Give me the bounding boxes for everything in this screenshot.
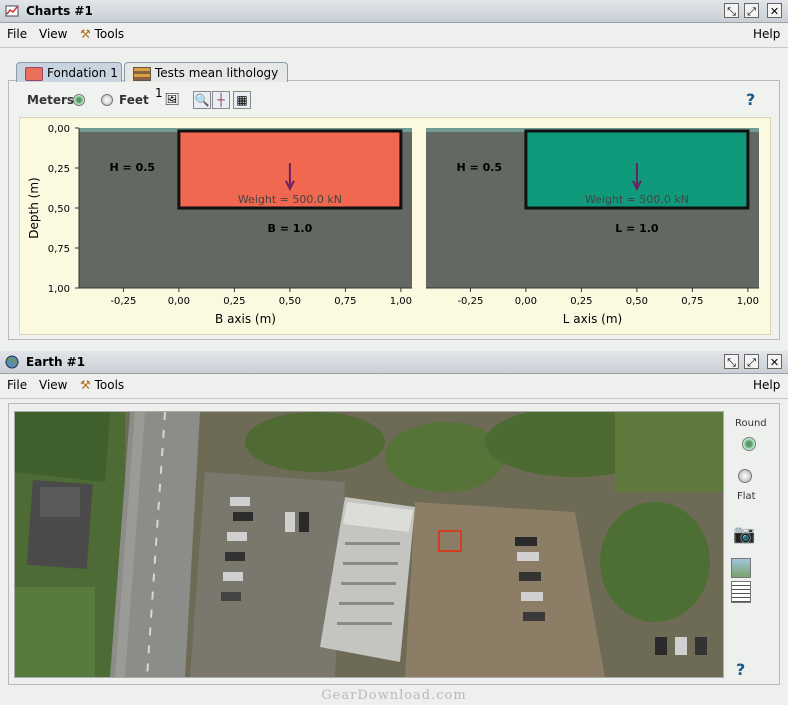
earth-window-title: Earth #1 — [26, 355, 86, 369]
tab-fondation[interactable]: Fondation 1 — [16, 62, 122, 82]
satellite-map-svg — [15, 412, 723, 677]
x-tick-label: -0,25 — [110, 296, 136, 307]
grid-icon[interactable]: ▦ — [233, 91, 251, 109]
earth-menu-file[interactable]: File — [7, 378, 27, 392]
crosshair-icon[interactable]: ┼ — [212, 91, 230, 109]
close-icon[interactable]: ✕ — [767, 3, 782, 18]
y-tick-label: 0,00 — [48, 124, 70, 135]
x-tick-label: 0,50 — [626, 296, 648, 307]
zoom-icon[interactable]: 🔍 — [193, 91, 211, 109]
watermark: GearDownload.com — [321, 688, 467, 703]
minimize-icon[interactable]: ⤡ — [724, 3, 739, 18]
meters-label: Meters — [27, 93, 75, 107]
charts-menubar: File View ⚒ Tools Help — [0, 23, 788, 48]
earth-menubar: File View ⚒ Tools Help — [0, 374, 788, 399]
lithology-icon — [133, 67, 151, 81]
foundation-charts-svg: Weight = 500.0 kN H = 0.5 B = 1.0 -0,25 0,00… — [27, 124, 759, 326]
camera-icon[interactable]: 📷 — [733, 524, 755, 545]
earth-maximize-icon[interactable]: ⤢ — [744, 354, 759, 369]
y-tick-label: 0,75 — [48, 244, 70, 255]
hammer-icon: ⚒ — [80, 27, 91, 41]
maximize-icon[interactable]: ⤢ — [744, 3, 759, 18]
dimension-label: L = 1.0 — [615, 222, 659, 235]
layers-icon[interactable] — [731, 558, 751, 578]
height-label: H = 0.5 — [109, 161, 155, 174]
round-label: Round — [735, 418, 767, 429]
charts-window-title: Charts #1 — [26, 4, 93, 18]
help-icon[interactable]: ? — [746, 90, 755, 109]
charts-app-icon — [5, 5, 19, 17]
earth-minimize-icon[interactable]: ⤡ — [724, 354, 739, 369]
tab-tests-lithology[interactable]: Tests mean lithology 1 — [124, 62, 288, 100]
x-tick-label: 0,00 — [515, 296, 537, 307]
earth-titlebar: Earth #1 ⤡ ⤢ ✕ — [0, 351, 788, 374]
x-tick-label: 0,25 — [223, 296, 245, 307]
earth-menu-view[interactable]: View — [39, 378, 67, 392]
earth-app-icon — [5, 355, 19, 369]
feet-radio[interactable] — [101, 94, 113, 106]
earth-menu-tools-label: Tools — [94, 378, 125, 392]
y-tick-label: 0,25 — [48, 164, 70, 175]
x-tick-label: 0,25 — [570, 296, 592, 307]
foundation-icon — [25, 67, 43, 81]
round-radio[interactable] — [742, 437, 756, 451]
menu-file[interactable]: File — [7, 27, 27, 41]
earth-close-icon[interactable]: ✕ — [767, 354, 782, 369]
export-image-icon[interactable]: 🖼 — [163, 91, 181, 109]
x-tick-label: -0,25 — [457, 296, 483, 307]
satellite-map-view[interactable] — [14, 411, 724, 678]
list-icon[interactable] — [731, 581, 751, 603]
foundation-chart-area: Weight = 500.0 kN H = 0.5 B = 1.0 -0,25 0,00… — [19, 117, 771, 335]
menu-help[interactable]: Help — [753, 27, 780, 41]
flat-label: Flat — [737, 491, 756, 502]
weight-label: Weight = 500.0 kN — [238, 193, 342, 206]
earth-hammer-icon: ⚒ — [80, 378, 91, 392]
x-tick-label: 0,75 — [334, 296, 356, 307]
y-axis-label: Depth (m) — [27, 177, 41, 238]
x-tick-label: 1,00 — [737, 296, 759, 307]
dimension-label: B = 1.0 — [268, 222, 313, 235]
flat-radio[interactable] — [738, 469, 752, 483]
weight-label: Weight = 500.0 kN — [585, 193, 689, 206]
y-tick-label: 1,00 — [48, 284, 70, 295]
menu-tools[interactable]: ⚒ Tools — [80, 27, 124, 41]
menu-view[interactable]: View — [39, 27, 67, 41]
earth-menu-help[interactable]: Help — [753, 378, 780, 392]
tab-fondation-label: Fondation 1 — [47, 66, 118, 80]
charts-titlebar: Charts #1 ⤡ ⤢ ✕ — [0, 0, 788, 23]
x-tick-label: 1,00 — [390, 296, 412, 307]
x-tick-label: 0,50 — [279, 296, 301, 307]
menu-tools-label: Tools — [94, 27, 125, 41]
x-tick-label: 0,00 — [168, 296, 190, 307]
meters-radio[interactable] — [73, 94, 85, 106]
feet-label: Feet — [119, 93, 149, 107]
y-tick-label: 0,50 — [48, 204, 70, 215]
height-label: H = 0.5 — [456, 161, 502, 174]
earth-menu-tools[interactable]: ⚒ Tools — [80, 378, 124, 392]
x-tick-label: 0,75 — [681, 296, 703, 307]
earth-help-icon[interactable]: ? — [736, 660, 745, 679]
x-axis-label: B axis (m) — [215, 312, 276, 326]
x-axis-label: L axis (m) — [563, 312, 622, 326]
